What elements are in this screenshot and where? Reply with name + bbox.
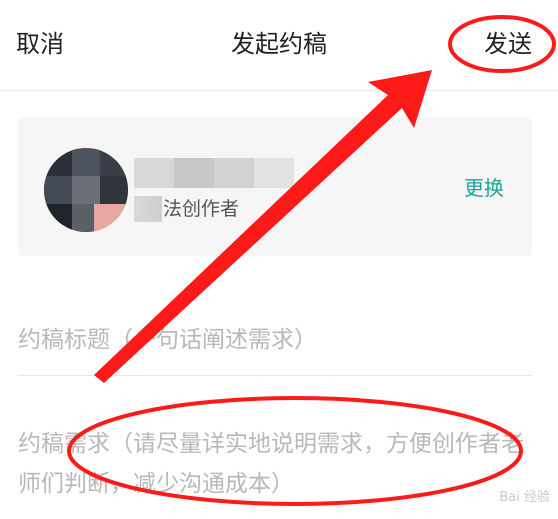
send-button[interactable]: 发送 [484, 26, 532, 62]
creator-name-blurred [134, 158, 294, 188]
commission-title-input[interactable] [18, 304, 532, 376]
compose-commission-screen: 取消 发起约稿 发送 方法创作者 更换 Bai 经 [0, 0, 558, 519]
commission-requirement-input[interactable] [18, 424, 538, 514]
top-bar: 取消 发起约稿 发送 [0, 0, 558, 91]
page-title: 发起约稿 [231, 30, 327, 58]
creator-tag-blur [134, 196, 162, 222]
selected-creator-card: 方法创作者 更换 [18, 118, 532, 256]
change-creator-button[interactable]: 更换 [464, 174, 504, 202]
watermark: Bai 经验 [499, 490, 550, 505]
creator-avatar [44, 148, 128, 232]
